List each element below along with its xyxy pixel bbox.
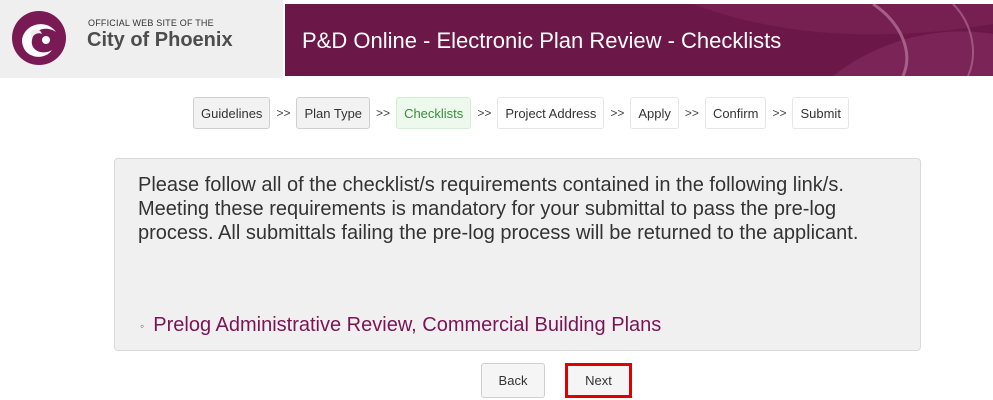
step-label: Guidelines xyxy=(201,105,263,121)
step-separator: >> xyxy=(276,106,291,120)
step-project-address: Project Address xyxy=(497,97,605,129)
phoenix-bird-icon xyxy=(12,11,66,65)
step-confirm: Confirm xyxy=(704,97,767,129)
step-label: Apply xyxy=(638,105,671,121)
logo-name: City of Phoenix xyxy=(87,29,233,51)
city-logo[interactable]: OFFICIAL WEB SITE OF THE City of Phoenix xyxy=(0,0,283,78)
header: OFFICIAL WEB SITE OF THE City of Phoenix… xyxy=(0,0,993,78)
bullet-icon: ◦ xyxy=(140,318,145,333)
step-separator: >> xyxy=(610,106,625,120)
checklist-instructions: Please follow all of the checklist/s req… xyxy=(138,174,859,244)
step-plan-type[interactable]: Plan Type xyxy=(296,97,371,129)
step-separator: >> xyxy=(477,106,492,120)
step-separator: >> xyxy=(376,106,391,120)
step-label: Confirm xyxy=(712,105,759,121)
wizard-steps: Guidelines >> Plan Type >> Checklists >>… xyxy=(193,96,849,130)
next-button[interactable]: Next xyxy=(565,363,632,398)
step-separator: >> xyxy=(772,106,787,120)
checklist-info-panel: Please follow all of the checklist/s req… xyxy=(114,158,921,351)
step-label: Project Address xyxy=(505,105,597,121)
step-separator: >> xyxy=(684,106,699,120)
step-label: Submit xyxy=(800,105,841,121)
page-title: P&D Online - Electronic Plan Review - Ch… xyxy=(302,28,782,53)
step-submit: Submit xyxy=(792,97,849,129)
step-label: Checklists xyxy=(404,105,464,121)
title-banner: P&D Online - Electronic Plan Review - Ch… xyxy=(285,4,993,76)
step-guidelines[interactable]: Guidelines xyxy=(193,97,271,129)
step-label: Plan Type xyxy=(304,105,363,121)
back-button[interactable]: Back xyxy=(481,363,545,398)
checklist-link[interactable]: Prelog Administrative Review, Commercial… xyxy=(153,314,661,337)
checklist-link-item: ◦ Prelog Administrative Review, Commerci… xyxy=(138,314,661,337)
step-apply: Apply xyxy=(630,97,679,129)
step-checklists[interactable]: Checklists xyxy=(396,97,472,129)
logo-tagline: OFFICIAL WEB SITE OF THE xyxy=(88,18,214,28)
